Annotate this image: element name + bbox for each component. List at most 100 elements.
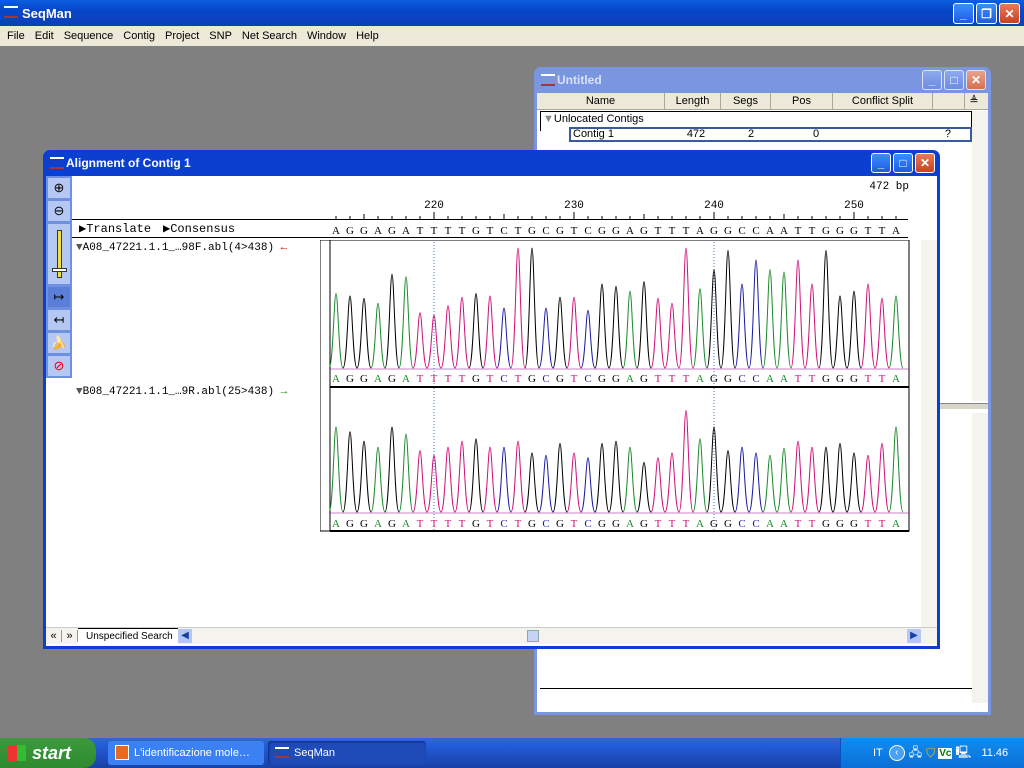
alignment-close-button[interactable]: ✕: [915, 153, 935, 173]
consensus-base[interactable]: G: [556, 225, 564, 237]
project-maximize-button[interactable]: □: [944, 70, 964, 90]
prev-search-button[interactable]: «: [46, 630, 62, 642]
menu-contig[interactable]: Contig: [118, 30, 160, 42]
consensus-base[interactable]: T: [879, 225, 886, 237]
menu-project[interactable]: Project: [160, 30, 204, 42]
read-base[interactable]: A: [892, 373, 900, 385]
read-base[interactable]: T: [431, 373, 438, 385]
read-base[interactable]: A: [696, 518, 704, 530]
consensus-base[interactable]: T: [795, 225, 802, 237]
read-base[interactable]: G: [724, 518, 732, 530]
consensus-base[interactable]: T: [683, 225, 690, 237]
consensus-base[interactable]: T: [431, 225, 438, 237]
read-base[interactable]: G: [836, 518, 844, 530]
read-base[interactable]: T: [669, 373, 676, 385]
consensus-base[interactable]: A: [374, 225, 382, 237]
read-base[interactable]: C: [584, 373, 591, 385]
consensus-base[interactable]: C: [752, 225, 759, 237]
tray-expand-icon[interactable]: ‹: [888, 745, 905, 761]
read-base[interactable]: C: [500, 373, 507, 385]
align-right-icon[interactable]: ↦: [47, 286, 71, 308]
read-base[interactable]: C: [500, 518, 507, 530]
consensus-base[interactable]: T: [445, 225, 452, 237]
read-base[interactable]: A: [780, 518, 788, 530]
consensus-base[interactable]: A: [766, 225, 774, 237]
read-base[interactable]: G: [836, 373, 844, 385]
consensus-base[interactable]: G: [360, 225, 368, 237]
consensus-base[interactable]: C: [500, 225, 507, 237]
consensus-base[interactable]: G: [612, 225, 620, 237]
consensus-base[interactable]: T: [459, 225, 466, 237]
menu-sequence[interactable]: Sequence: [59, 30, 119, 42]
network-icon[interactable]: 🖧: [909, 743, 922, 764]
read-base[interactable]: G: [360, 373, 368, 385]
project-close-button[interactable]: ✕: [966, 70, 986, 90]
read-base[interactable]: T: [683, 518, 690, 530]
read-base[interactable]: C: [542, 373, 549, 385]
read-base[interactable]: T: [515, 373, 522, 385]
read-base[interactable]: T: [655, 518, 662, 530]
consensus-base[interactable]: G: [836, 225, 844, 237]
banana-icon[interactable]: 🍌: [47, 332, 71, 354]
read-base[interactable]: G: [640, 518, 648, 530]
consensus-base[interactable]: G: [388, 225, 396, 237]
column-length[interactable]: Length: [665, 93, 721, 109]
restore-button[interactable]: ❐: [976, 3, 997, 24]
alignment-minimize-button[interactable]: _: [871, 153, 891, 173]
lower-scrollbar[interactable]: [972, 413, 988, 703]
upper-scrollbar[interactable]: [972, 111, 988, 401]
read-base[interactable]: T: [795, 373, 802, 385]
read-base[interactable]: A: [332, 518, 340, 530]
read-base[interactable]: A: [766, 518, 774, 530]
read-base[interactable]: G: [822, 518, 830, 530]
read-base[interactable]: C: [752, 518, 759, 530]
security-shield-icon[interactable]: ⛉: [926, 746, 935, 761]
read-base[interactable]: T: [655, 373, 662, 385]
read-base[interactable]: T: [809, 373, 816, 385]
read-base[interactable]: C: [752, 373, 759, 385]
consensus-base[interactable]: T: [669, 225, 676, 237]
no-edit-icon[interactable]: ⊘: [47, 355, 71, 377]
read-base[interactable]: G: [612, 518, 620, 530]
slider-thumb[interactable]: [52, 268, 67, 272]
minimize-button[interactable]: _: [953, 3, 974, 24]
read-base[interactable]: G: [472, 518, 480, 530]
read-base[interactable]: G: [850, 373, 858, 385]
consensus-base[interactable]: G: [640, 225, 648, 237]
task-seqman[interactable]: SeqMan: [268, 741, 426, 765]
horizontal-scroll-thumb[interactable]: [527, 630, 539, 642]
read-base[interactable]: G: [528, 373, 536, 385]
consensus-base[interactable]: T: [487, 225, 494, 237]
read-base[interactable]: A: [892, 518, 900, 530]
read-base[interactable]: G: [612, 373, 620, 385]
consensus-base[interactable]: G: [346, 225, 354, 237]
read-base[interactable]: T: [795, 518, 802, 530]
expand-triangle-icon[interactable]: ▼: [76, 242, 83, 254]
read-base[interactable]: G: [528, 518, 536, 530]
task-document[interactable]: L'identificazione mole…: [108, 741, 264, 765]
read-base[interactable]: G: [640, 373, 648, 385]
read-base[interactable]: A: [766, 373, 774, 385]
search-label[interactable]: Unspecified Search: [78, 627, 178, 645]
read-base[interactable]: G: [346, 518, 354, 530]
read-base[interactable]: T: [417, 518, 424, 530]
consensus-base[interactable]: G: [472, 225, 480, 237]
read-base[interactable]: A: [696, 373, 704, 385]
consensus-base[interactable]: A: [696, 225, 704, 237]
consensus-base[interactable]: T: [809, 225, 816, 237]
read-base[interactable]: T: [683, 373, 690, 385]
language-indicator[interactable]: IT: [873, 747, 883, 759]
menu-net-search[interactable]: Net Search: [237, 30, 302, 42]
read-base[interactable]: T: [571, 373, 578, 385]
start-button[interactable]: start: [0, 738, 96, 768]
read-base[interactable]: G: [710, 373, 718, 385]
consensus-base[interactable]: A: [780, 225, 788, 237]
next-search-button[interactable]: »: [62, 630, 78, 642]
read-base[interactable]: A: [626, 518, 634, 530]
read-base[interactable]: G: [724, 373, 732, 385]
consensus-base[interactable]: T: [515, 225, 522, 237]
read-base[interactable]: G: [598, 518, 606, 530]
read-base[interactable]: T: [865, 373, 872, 385]
read-base[interactable]: C: [738, 373, 745, 385]
menu-edit[interactable]: Edit: [30, 30, 59, 42]
